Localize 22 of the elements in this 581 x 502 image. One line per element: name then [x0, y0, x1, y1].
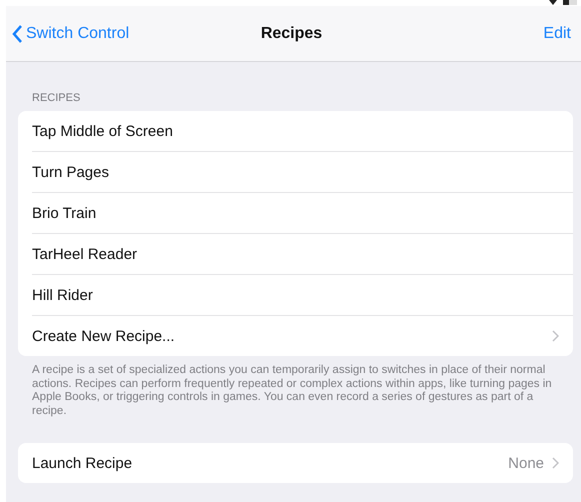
footer-note: A recipe is a set of specialized actions you can temporarily assign to switches in place of their normal actions. Recipes can perform frequently repeated or complex actions within apps, like turning pages in Apple Books, or triggering controls in games. You can even record a series of gestures as part of a recipe. [31, 363, 553, 418]
list-item[interactable]: Turn Pages [32, 152, 573, 193]
list-item[interactable]: Hill Rider [32, 275, 573, 316]
item-label: TarHeel Reader [32, 246, 138, 262]
item-label: Turn Pages [32, 164, 110, 180]
item-label: Tap Middle of Screen [32, 122, 174, 140]
item-label: Create New Recipe... [32, 328, 176, 344]
chevron-left-icon [12, 24, 23, 42]
list-item[interactable]: TarHeel Reader [32, 234, 573, 275]
chevron-right-icon [552, 330, 559, 342]
item-label: Brio Train [32, 204, 98, 222]
list-item[interactable]: Create New Recipe... [32, 316, 573, 356]
chevron-right-icon [552, 457, 559, 469]
section-header: RECIPES [31, 91, 82, 106]
item-label: Launch Recipe [32, 454, 134, 472]
list-item[interactable]: Launch Recipe None [32, 443, 573, 483]
item-label: Hill Rider [32, 286, 94, 304]
page-title: Recipes [260, 24, 322, 42]
item-value: None [508, 454, 544, 472]
wifi-icon [549, 0, 557, 5]
list-item[interactable]: Brio Train [32, 193, 573, 234]
list-item[interactable]: Tap Middle of Screen [32, 111, 573, 152]
